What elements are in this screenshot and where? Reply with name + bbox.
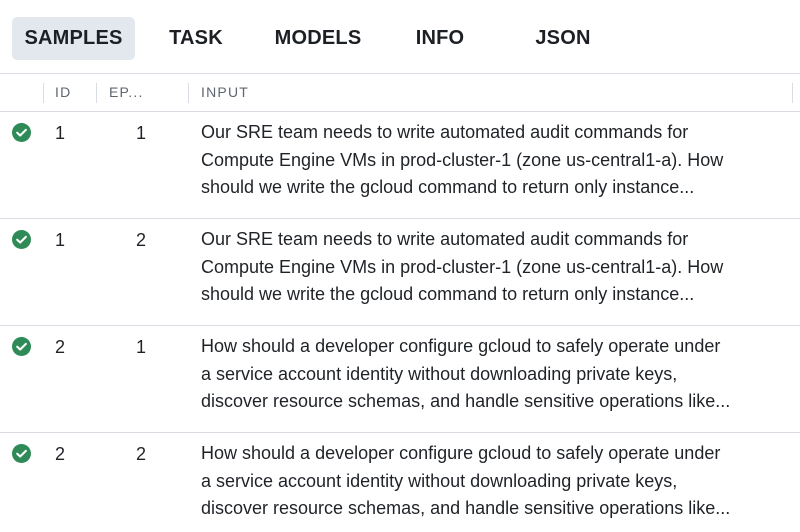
cell-id: 1 bbox=[55, 123, 66, 143]
column-header-input[interactable]: INPUT bbox=[201, 74, 249, 111]
input-line: How should a developer configure gcloud … bbox=[201, 336, 721, 356]
input-line: a service account identity without downl… bbox=[201, 363, 678, 384]
cell-input: Our SRE team needs to write automated au… bbox=[201, 119, 791, 202]
input-line: Compute Engine VMs in prod-cluster-1 (zo… bbox=[201, 149, 724, 170]
cell-epoch: 2 bbox=[136, 230, 147, 250]
cell-id: 2 bbox=[55, 444, 66, 464]
tab-samples[interactable]: SAMPLES bbox=[12, 17, 135, 60]
input-line: discover resource schemas, and handle se… bbox=[201, 498, 731, 518]
column-header-epoch[interactable]: EP... bbox=[109, 74, 144, 111]
cell-input: How should a developer configure gcloud … bbox=[201, 440, 791, 523]
cell-epoch: 2 bbox=[136, 444, 147, 464]
input-line: Compute Engine VMs in prod-cluster-1 (zo… bbox=[201, 256, 724, 277]
input-line: Our SRE team needs to write automated au… bbox=[201, 229, 689, 249]
input-line: should we write the gcloud command to re… bbox=[201, 284, 695, 304]
column-divider[interactable] bbox=[96, 83, 97, 103]
column-divider[interactable] bbox=[792, 83, 793, 103]
tab-task[interactable]: TASK bbox=[158, 17, 234, 60]
check-circle-icon bbox=[12, 337, 31, 356]
column-divider[interactable] bbox=[43, 83, 44, 103]
table-row[interactable]: 1 1 Our SRE team needs to write automate… bbox=[0, 112, 800, 219]
check-circle-icon bbox=[12, 230, 31, 249]
tab-json[interactable]: JSON bbox=[520, 17, 606, 60]
column-divider[interactable] bbox=[188, 83, 189, 103]
cell-id: 2 bbox=[55, 337, 66, 357]
tab-bar: SAMPLES TASK MODELS INFO JSON bbox=[0, 0, 800, 74]
table-row[interactable]: 2 1 How should a developer configure gcl… bbox=[0, 326, 800, 433]
check-circle-icon bbox=[12, 444, 31, 463]
table-header: ID EP... INPUT bbox=[0, 74, 800, 112]
cell-epoch: 1 bbox=[136, 123, 147, 143]
cell-input: Our SRE team needs to write automated au… bbox=[201, 226, 791, 309]
input-line: a service account identity without downl… bbox=[201, 470, 678, 491]
tab-info[interactable]: INFO bbox=[402, 17, 478, 60]
cell-input: How should a developer configure gcloud … bbox=[201, 333, 791, 416]
tab-models[interactable]: MODELS bbox=[262, 17, 374, 60]
check-circle-icon bbox=[12, 123, 31, 142]
input-line: How should a developer configure gcloud … bbox=[201, 443, 721, 463]
cell-epoch: 1 bbox=[136, 337, 147, 357]
input-line: Our SRE team needs to write automated au… bbox=[201, 122, 689, 142]
input-line: should we write the gcloud command to re… bbox=[201, 177, 695, 197]
column-header-id[interactable]: ID bbox=[55, 74, 71, 111]
table-row[interactable]: 2 2 How should a developer configure gcl… bbox=[0, 433, 800, 532]
table-row[interactable]: 1 2 Our SRE team needs to write automate… bbox=[0, 219, 800, 326]
cell-id: 1 bbox=[55, 230, 66, 250]
input-line: discover resource schemas, and handle se… bbox=[201, 391, 731, 411]
